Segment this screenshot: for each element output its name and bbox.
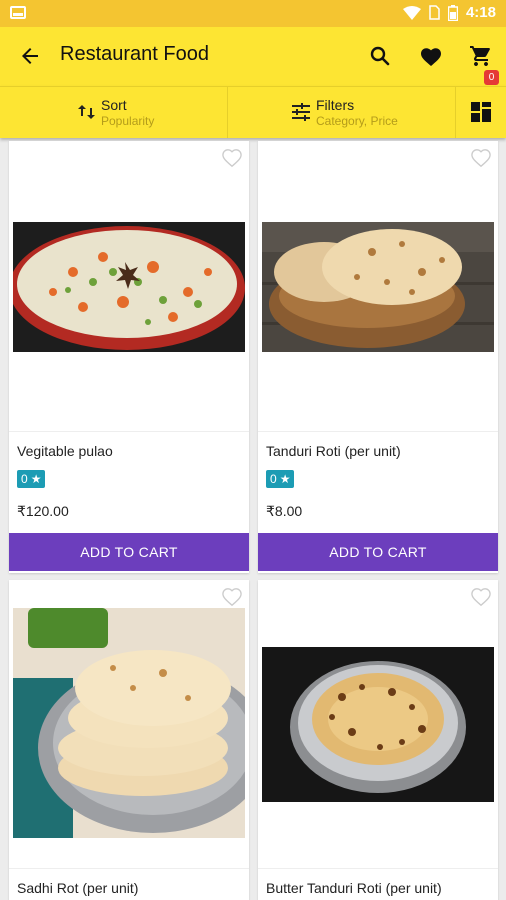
product-card[interactable]: Butter Tanduri Roti (per unit)	[258, 580, 498, 900]
clock: 4:18	[465, 4, 496, 21]
card-divider	[258, 868, 498, 869]
layout-toggle-button[interactable]	[456, 87, 506, 138]
app-bar: Restaurant Food 0	[0, 27, 506, 86]
page-title: Restaurant Food	[60, 43, 209, 65]
wishlist-heart-outline-icon[interactable]	[221, 148, 243, 168]
product-card[interactable]: Vegitable pulao 0 ★ ₹120.00 ADD TO CART	[9, 141, 249, 573]
product-name[interactable]: Tanduri Roti (per unit)	[266, 443, 401, 459]
star-icon: ★	[279, 472, 291, 486]
filters-label: Filters	[316, 97, 355, 113]
product-card[interactable]: Tanduri Roti (per unit) 0 ★ ₹8.00 ADD TO …	[258, 141, 498, 573]
sort-arrows-icon	[78, 105, 95, 119]
card-divider	[9, 868, 249, 869]
rating-value: 0	[21, 472, 28, 486]
wishlist-heart-outline-icon[interactable]	[470, 148, 492, 168]
product-price: ₹120.00	[17, 503, 69, 519]
rating-badge: 0 ★	[266, 470, 295, 488]
star-icon: ★	[30, 472, 42, 486]
sort-label: Sort	[101, 97, 127, 113]
product-grid: Vegitable pulao 0 ★ ₹120.00 ADD TO CART T…	[0, 140, 506, 900]
search-icon[interactable]	[368, 44, 392, 68]
add-to-cart-button[interactable]: ADD TO CART	[9, 533, 249, 571]
product-name[interactable]: Butter Tanduri Roti (per unit)	[266, 880, 442, 896]
product-name[interactable]: Vegitable pulao	[17, 443, 113, 459]
add-to-cart-button[interactable]: ADD TO CART	[258, 533, 498, 571]
battery-icon	[447, 4, 458, 21]
shopping-cart-icon[interactable]	[469, 44, 493, 68]
wishlist-heart-icon[interactable]	[419, 45, 443, 69]
notification-icon	[10, 6, 26, 19]
sim-icon	[429, 5, 440, 20]
grid-view-icon	[471, 102, 491, 122]
product-image-sadhi-roti[interactable]	[13, 608, 245, 838]
rating-value: 0	[270, 472, 277, 486]
product-image-vegetable-pulao[interactable]	[13, 222, 245, 352]
back-arrow-icon[interactable]	[18, 44, 42, 68]
filters-button[interactable]: Filters Category, Price	[228, 87, 456, 138]
rating-badge: 0 ★	[17, 470, 46, 488]
wishlist-heart-outline-icon[interactable]	[221, 587, 243, 607]
status-bar: 4:18	[0, 0, 506, 27]
card-divider	[9, 431, 249, 432]
sort-value: Popularity	[101, 114, 155, 128]
product-price: ₹8.00	[266, 503, 303, 519]
product-name[interactable]: Sadhi Rot (per unit)	[17, 880, 138, 896]
tune-sliders-icon	[292, 103, 310, 121]
filters-value: Category, Price	[316, 114, 398, 128]
cart-count-badge: 0	[484, 70, 499, 85]
product-card[interactable]: Sadhi Rot (per unit)	[9, 580, 249, 900]
product-image-butter-tanduri-roti[interactable]	[262, 647, 494, 802]
sort-button[interactable]: Sort Popularity	[0, 87, 228, 138]
wishlist-heart-outline-icon[interactable]	[470, 587, 492, 607]
wifi-icon	[402, 5, 421, 20]
card-divider	[258, 431, 498, 432]
product-image-tanduri-roti[interactable]	[262, 222, 494, 352]
sort-filter-bar: Sort Popularity Filters Category, Price	[0, 86, 506, 138]
